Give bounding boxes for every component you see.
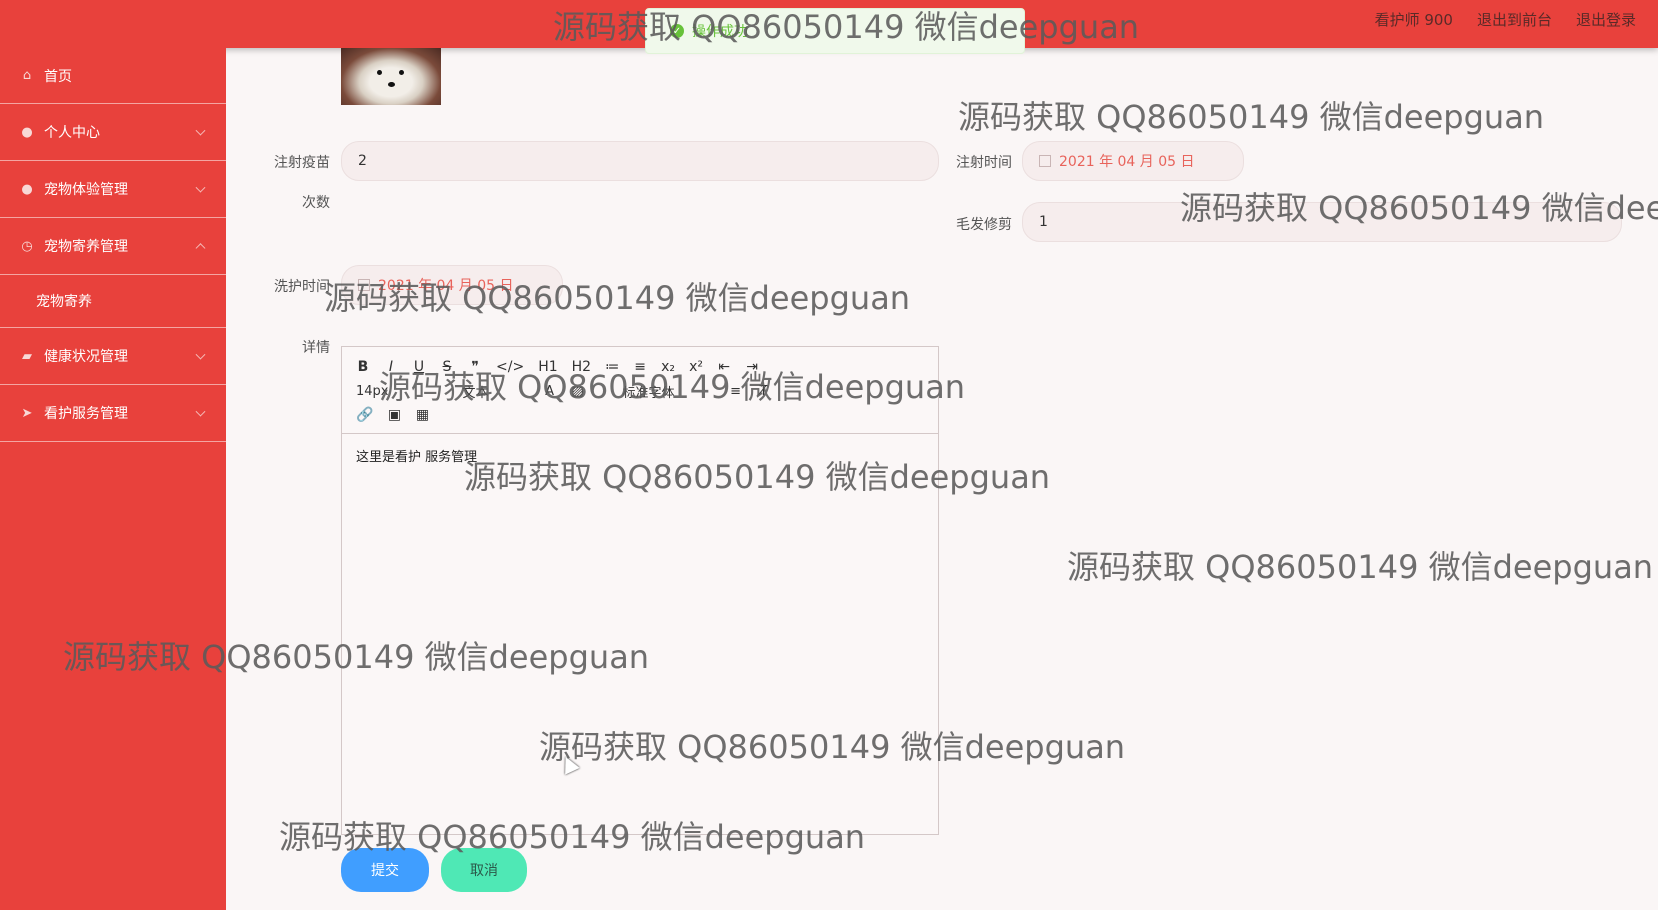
- send-icon: ➤: [21, 405, 33, 421]
- grooming-label: 毛发修剪: [956, 217, 1012, 233]
- wash-time-label: 洗护时间: [274, 279, 330, 295]
- video-icon[interactable]: ▦: [415, 407, 429, 423]
- grooming-value: 1: [1039, 214, 1048, 230]
- toolbar-row-1: B I U S ❞ </> H1 H2 ≔ ≡ x₂ x² ⇤ ⇥: [356, 355, 928, 379]
- sidebar-item-home[interactable]: ⌂ 首页: [0, 48, 226, 104]
- chevron-up-icon: [195, 243, 206, 254]
- italic-button[interactable]: I: [384, 359, 398, 375]
- sidebar-item-care-service-management[interactable]: ➤ 看护服务管理: [0, 385, 226, 442]
- cancel-button[interactable]: 取消: [441, 848, 527, 892]
- ordered-list-button[interactable]: ≔: [605, 359, 619, 375]
- font-family-select[interactable]: 标准字体: [623, 382, 675, 401]
- sidebar-subitem-label: 宠物寄养: [36, 294, 92, 310]
- back-to-front-link[interactable]: 退出到前台: [1477, 9, 1552, 30]
- toolbar-row-3: 🔗 ▣ ▦: [356, 403, 928, 427]
- strike-button[interactable]: S: [440, 359, 454, 375]
- rich-text-editor[interactable]: B I U S ❞ </> H1 H2 ≔ ≡ x₂ x² ⇤ ⇥ 14px 文…: [341, 346, 939, 835]
- sidebar-item-label: 首页: [44, 68, 72, 85]
- underline-button[interactable]: U: [412, 359, 426, 375]
- bold-button[interactable]: B: [356, 359, 370, 375]
- pet-eye: [377, 70, 382, 75]
- user-icon: ●: [21, 124, 33, 140]
- vaccine-count-value: 2: [358, 153, 367, 169]
- watermark: 源码获取 QQ86050149 微信deepguan: [958, 98, 1545, 136]
- pet-photo: [341, 48, 441, 105]
- injection-time-value: 2021 年 04 月 05 日: [1059, 154, 1195, 170]
- sidebar-item-label: 健康状况管理: [44, 349, 128, 365]
- align-button[interactable]: ≡: [729, 384, 743, 399]
- wash-time-picker[interactable]: 2021 年 04 月 05 日: [341, 265, 563, 305]
- chevron-down-icon: [195, 349, 206, 360]
- outdent-button[interactable]: ⇤: [717, 359, 731, 375]
- code-button[interactable]: </>: [496, 359, 524, 375]
- sidebar: ⌂ 首页 ● 个人中心 ● 宠物体验管理 ◷ 宠物寄养管理 宠物寄养 ▰ 健康状…: [0, 48, 226, 910]
- chevron-down-icon: [195, 125, 206, 136]
- home-icon: ⌂: [22, 68, 32, 83]
- link-icon[interactable]: 🔗: [356, 407, 373, 423]
- vaccine-label: 注射疫苗: [274, 155, 330, 171]
- image-icon[interactable]: ▣: [387, 407, 401, 423]
- check-circle-icon: ✓: [670, 24, 684, 38]
- font-size-select[interactable]: 14px: [356, 384, 389, 399]
- logout-link[interactable]: 退出登录: [1576, 9, 1636, 30]
- vaccine-label-cont: 次数: [302, 195, 330, 211]
- injection-time-picker[interactable]: 2021 年 04 月 05 日: [1022, 141, 1244, 181]
- superscript-button[interactable]: x²: [689, 359, 703, 375]
- subscript-button[interactable]: x₂: [661, 359, 675, 375]
- chevron-down-icon: [195, 182, 206, 193]
- sidebar-item-pet-experience[interactable]: ● 宠物体验管理: [0, 161, 226, 218]
- editor-toolbar: B I U S ❞ </> H1 H2 ≔ ≡ x₂ x² ⇤ ⇥ 14px 文…: [342, 347, 938, 434]
- editor-content[interactable]: 这里是看护 服务管理: [342, 434, 938, 477]
- calendar-icon: [358, 279, 370, 291]
- wash-time-value: 2021 年 04 月 05 日: [378, 278, 514, 294]
- watermark: 源码获取 QQ86050149 微信deepguan: [1067, 548, 1654, 586]
- background-color-button[interactable]: ▨: [571, 384, 585, 399]
- top-bar-actions: 看护师 900 退出到前台 退出登录: [1375, 0, 1636, 38]
- toolbar-row-2: 14px 文本 A ▨ 标准字体 ≡ T̸: [356, 379, 928, 403]
- current-user: 看护师 900: [1374, 10, 1453, 29]
- bullet-list-button[interactable]: ≡: [633, 359, 647, 375]
- indent-button[interactable]: ⇥: [745, 359, 759, 375]
- submit-button[interactable]: 提交: [341, 848, 429, 892]
- pet-nose: [388, 82, 395, 87]
- clock-icon: ◷: [21, 238, 33, 254]
- text-style-select[interactable]: 文本: [463, 382, 489, 401]
- vaccine-count-input[interactable]: 2: [341, 141, 939, 181]
- sidebar-item-label: 个人中心: [44, 125, 100, 141]
- injection-time-label: 注射时间: [956, 155, 1012, 171]
- sidebar-subitem-pet-boarding[interactable]: 宠物寄养: [0, 275, 226, 328]
- chevron-down-icon: [195, 406, 206, 417]
- toast-message: 操作成功: [692, 24, 748, 40]
- sidebar-item-label: 宠物寄养管理: [44, 239, 128, 255]
- calendar-icon: [1039, 155, 1051, 167]
- h1-button[interactable]: H1: [538, 359, 557, 375]
- details-label: 详情: [302, 340, 330, 356]
- sidebar-item-pet-boarding-management[interactable]: ◷ 宠物寄养管理: [0, 218, 226, 275]
- grooming-input[interactable]: 1: [1022, 202, 1622, 242]
- sidebar-item-health-management[interactable]: ▰ 健康状况管理: [0, 328, 226, 385]
- briefcase-icon: ▰: [22, 348, 32, 364]
- h2-button[interactable]: H2: [572, 359, 591, 375]
- sidebar-item-profile[interactable]: ● 个人中心: [0, 104, 226, 161]
- user-icon: ●: [21, 181, 33, 197]
- font-color-button[interactable]: A: [543, 384, 557, 399]
- sidebar-item-label: 宠物体验管理: [44, 182, 128, 198]
- success-toast: ✓ 操作成功: [645, 8, 1025, 54]
- clear-format-button[interactable]: T̸: [757, 384, 771, 399]
- quote-button[interactable]: ❞: [468, 359, 482, 375]
- pet-eye: [399, 70, 404, 75]
- sidebar-item-label: 看护服务管理: [44, 406, 128, 422]
